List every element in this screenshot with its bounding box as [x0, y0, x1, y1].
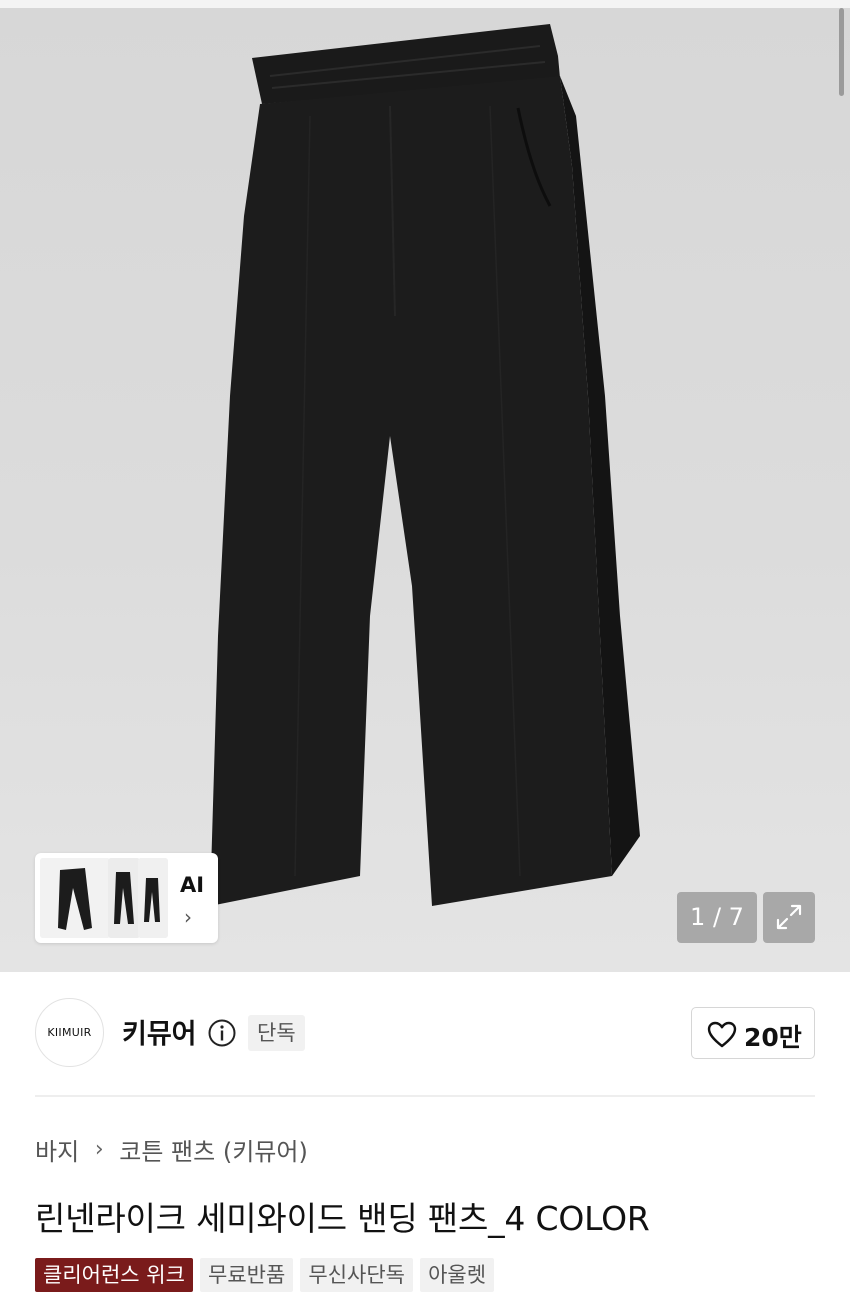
ai-thumbnails: [40, 858, 170, 938]
tag-list: 클리어런스 위크 무료반품 무신사단독 아울렛: [35, 1258, 496, 1294]
breadcrumb-category[interactable]: 바지: [35, 1132, 79, 1167]
expand-button[interactable]: [763, 892, 815, 943]
pants-thumbnail-icon: [40, 858, 110, 938]
product-image-gallery[interactable]: AI › 1 / 7: [0, 8, 850, 972]
tag-outlet: 아울렛: [420, 1258, 495, 1292]
image-counter: 1 / 7: [677, 892, 757, 943]
tag-musinsa-exclusive: 무신사단독: [300, 1258, 413, 1292]
tag-free-return: 무료반품: [200, 1258, 294, 1292]
expand-icon: [776, 904, 802, 930]
chevron-right-icon: ›: [94, 1137, 104, 1162]
heart-icon: [707, 1021, 737, 1048]
ai-label: AI: [180, 873, 205, 897]
brand-row: KIIMUIR 키뮤어 단독 20만: [35, 998, 815, 1068]
breadcrumb: 바지 › 코튼 팬츠 (키뮤어): [35, 1132, 308, 1166]
ai-styling-card[interactable]: AI ›: [35, 853, 218, 943]
exclusive-badge: 단독: [248, 1015, 305, 1051]
tag-clearance-week: 클리어런스 위크: [35, 1258, 193, 1292]
info-icon[interactable]: [207, 1018, 237, 1048]
brand-name[interactable]: 키뮤어: [122, 1012, 197, 1051]
chevron-right-icon: ›: [184, 905, 192, 929]
like-count: 20만: [744, 1023, 802, 1052]
brand-logo[interactable]: KIIMUIR: [35, 998, 104, 1067]
breadcrumb-subcategory[interactable]: 코튼 팬츠 (키뮤어): [119, 1132, 308, 1167]
like-button[interactable]: 20만: [691, 1007, 815, 1059]
product-image: [210, 24, 640, 906]
pants-thumbnail-icon: [138, 858, 168, 938]
divider: [35, 1095, 815, 1097]
pants-thumbnail-icon: [108, 858, 140, 938]
top-strip: [0, 0, 850, 8]
scrollbar[interactable]: [839, 8, 844, 96]
product-title: 린넨라이크 세미와이드 밴딩 팬츠_4 COLOR: [35, 1199, 650, 1238]
